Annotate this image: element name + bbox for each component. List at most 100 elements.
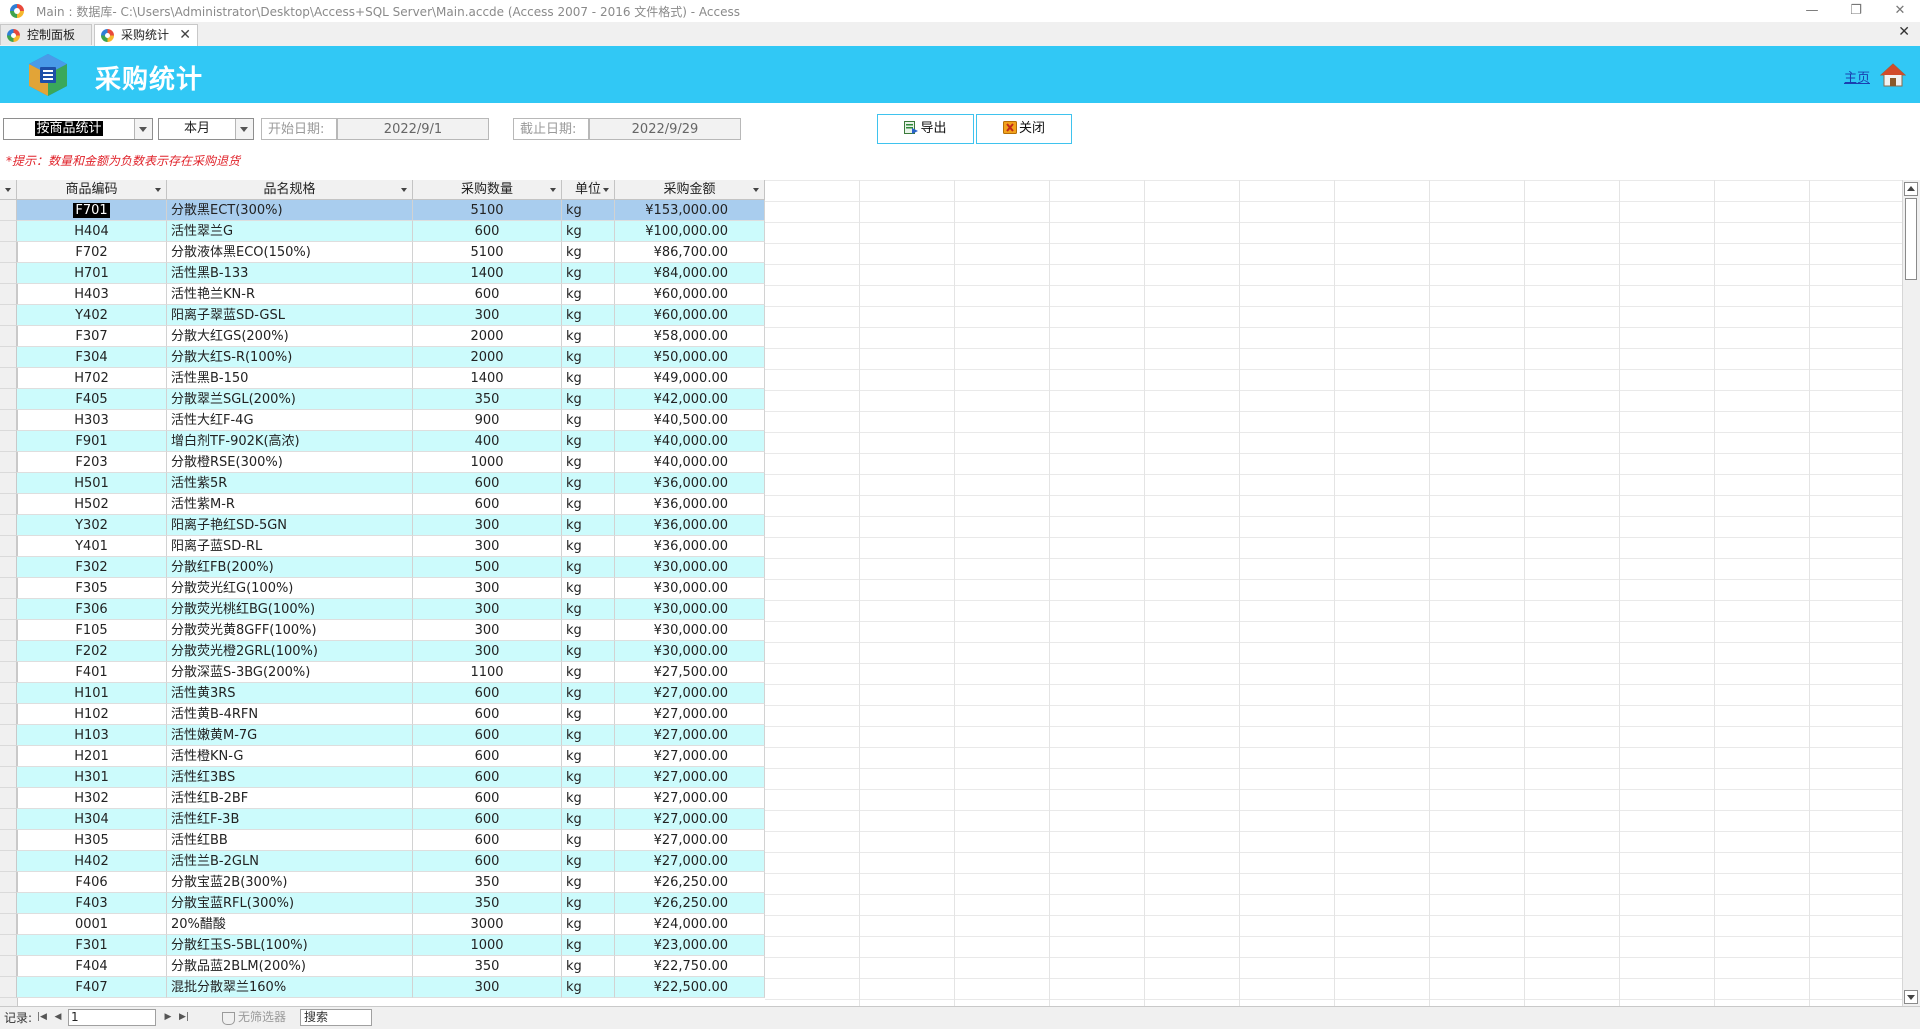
record-selector[interactable] xyxy=(0,515,17,536)
record-selector[interactable] xyxy=(0,977,17,998)
cell-amt[interactable]: ¥26,250.00 xyxy=(615,893,765,914)
cell-qty[interactable]: 1000 xyxy=(413,935,562,956)
cell-name[interactable]: 分散橙RSE(300%) xyxy=(167,452,413,473)
record-selector[interactable] xyxy=(0,851,17,872)
cell-qty[interactable]: 350 xyxy=(413,872,562,893)
cell-code[interactable]: H304 xyxy=(17,809,167,830)
cell-code[interactable]: F307 xyxy=(17,326,167,347)
record-selector[interactable] xyxy=(0,578,17,599)
table-row[interactable]: F701 分散黑ECT(300%) 5100 kg ¥153,000.00 xyxy=(0,200,765,221)
cell-name[interactable]: 增白剂TF-902K(高浓) xyxy=(167,431,413,452)
cell-amt[interactable]: ¥30,000.00 xyxy=(615,599,765,620)
cell-amt[interactable]: ¥30,000.00 xyxy=(615,641,765,662)
cell-amt[interactable]: ¥60,000.00 xyxy=(615,305,765,326)
cell-amt[interactable]: ¥84,000.00 xyxy=(615,263,765,284)
cell-amt[interactable]: ¥27,000.00 xyxy=(615,746,765,767)
column-header-name[interactable]: 品名规格 xyxy=(167,180,413,200)
cell-unit[interactable]: kg xyxy=(562,851,615,872)
cell-unit[interactable]: kg xyxy=(562,284,615,305)
cell-qty[interactable]: 1400 xyxy=(413,263,562,284)
table-row[interactable]: F406 分散宝蓝2B(300%) 350 kg ¥26,250.00 xyxy=(0,872,765,893)
cell-unit[interactable]: kg xyxy=(562,830,615,851)
record-selector[interactable] xyxy=(0,935,17,956)
table-row[interactable]: H103 活性嫩黄M-7G 600 kg ¥27,000.00 xyxy=(0,725,765,746)
cell-unit[interactable]: kg xyxy=(562,578,615,599)
start-date-field[interactable]: 2022/9/1 xyxy=(337,118,489,140)
cell-unit[interactable]: kg xyxy=(562,326,615,347)
cell-amt[interactable]: ¥36,000.00 xyxy=(615,515,765,536)
table-row[interactable]: F302 分散红FB(200%) 500 kg ¥30,000.00 xyxy=(0,557,765,578)
cell-qty[interactable]: 2000 xyxy=(413,347,562,368)
close-document-icon[interactable]: ✕ xyxy=(1898,24,1910,40)
cell-name[interactable]: 活性橙KN-G xyxy=(167,746,413,767)
cell-amt[interactable]: ¥36,000.00 xyxy=(615,536,765,557)
cell-amt[interactable]: ¥27,000.00 xyxy=(615,851,765,872)
cell-amt[interactable]: ¥26,250.00 xyxy=(615,872,765,893)
cell-qty[interactable]: 5100 xyxy=(413,200,562,221)
cell-amt[interactable]: ¥27,000.00 xyxy=(615,788,765,809)
cell-unit[interactable]: kg xyxy=(562,767,615,788)
cell-code[interactable]: Y302 xyxy=(17,515,167,536)
tab-close-icon[interactable]: ✕ xyxy=(179,25,191,46)
record-selector[interactable] xyxy=(0,788,17,809)
record-selector[interactable] xyxy=(0,599,17,620)
table-row[interactable]: F407 混批分散翠兰160% 300 kg ¥22,500.00 xyxy=(0,977,765,998)
cell-qty[interactable]: 1100 xyxy=(413,662,562,683)
cell-amt[interactable]: ¥100,000.00 xyxy=(615,221,765,242)
cell-name[interactable]: 活性紫M-R xyxy=(167,494,413,515)
chevron-down-icon[interactable] xyxy=(134,119,152,139)
cell-qty[interactable]: 600 xyxy=(413,494,562,515)
cell-name[interactable]: 活性翠兰G xyxy=(167,221,413,242)
cell-qty[interactable]: 350 xyxy=(413,956,562,977)
cell-qty[interactable]: 600 xyxy=(413,746,562,767)
record-selector[interactable] xyxy=(0,347,17,368)
cell-name[interactable]: 活性黄3RS xyxy=(167,683,413,704)
cell-name[interactable]: 活性红BB xyxy=(167,830,413,851)
table-row[interactable]: F301 分散红玉S-5BL(100%) 1000 kg ¥23,000.00 xyxy=(0,935,765,956)
cell-code[interactable]: F304 xyxy=(17,347,167,368)
record-selector[interactable] xyxy=(0,368,17,389)
cell-unit[interactable]: kg xyxy=(562,368,615,389)
table-row[interactable]: H102 活性黄B-4RFN 600 kg ¥27,000.00 xyxy=(0,704,765,725)
cell-unit[interactable]: kg xyxy=(562,620,615,641)
cell-code[interactable]: Y402 xyxy=(17,305,167,326)
cell-code[interactable]: H103 xyxy=(17,725,167,746)
record-selector[interactable] xyxy=(0,221,17,242)
record-selector[interactable] xyxy=(0,641,17,662)
cell-name[interactable]: 分散液体黑ECO(150%) xyxy=(167,242,413,263)
cell-unit[interactable]: kg xyxy=(562,389,615,410)
cell-unit[interactable]: kg xyxy=(562,641,615,662)
first-record-icon[interactable]: |◀ xyxy=(36,1011,48,1023)
table-row[interactable]: F305 分散荧光红G(100%) 300 kg ¥30,000.00 xyxy=(0,578,765,599)
cell-qty[interactable]: 500 xyxy=(413,557,562,578)
cell-code[interactable]: F401 xyxy=(17,662,167,683)
cell-code[interactable]: H403 xyxy=(17,284,167,305)
cell-amt[interactable]: ¥27,000.00 xyxy=(615,830,765,851)
cell-amt[interactable]: ¥22,500.00 xyxy=(615,977,765,998)
cell-code[interactable]: H404 xyxy=(17,221,167,242)
home-link[interactable]: 主页 xyxy=(1844,67,1870,86)
cell-name[interactable]: 混批分散翠兰160% xyxy=(167,977,413,998)
cell-qty[interactable]: 600 xyxy=(413,767,562,788)
next-record-icon[interactable]: ▶ xyxy=(162,1011,174,1023)
table-row[interactable]: H305 活性红BB 600 kg ¥27,000.00 xyxy=(0,830,765,851)
cell-amt[interactable]: ¥86,700.00 xyxy=(615,242,765,263)
cell-unit[interactable]: kg xyxy=(562,935,615,956)
cell-amt[interactable]: ¥153,000.00 xyxy=(615,200,765,221)
record-selector[interactable] xyxy=(0,326,17,347)
cell-name[interactable]: 活性红F-3B xyxy=(167,809,413,830)
cell-qty[interactable]: 1000 xyxy=(413,452,562,473)
cell-code[interactable]: F406 xyxy=(17,872,167,893)
cell-qty[interactable]: 600 xyxy=(413,284,562,305)
table-row[interactable]: F307 分散大红GS(200%) 2000 kg ¥58,000.00 xyxy=(0,326,765,347)
table-row[interactable]: H403 活性艳兰KN-R 600 kg ¥60,000.00 xyxy=(0,284,765,305)
column-header-unit[interactable]: 单位 xyxy=(562,180,615,200)
cell-name[interactable]: 活性紫5R xyxy=(167,473,413,494)
minimize-button[interactable]: — xyxy=(1792,0,1832,22)
record-selector[interactable] xyxy=(0,914,17,935)
record-selector[interactable] xyxy=(0,410,17,431)
cell-name[interactable]: 活性大红F-4G xyxy=(167,410,413,431)
cell-name[interactable]: 分散翠兰SGL(200%) xyxy=(167,389,413,410)
table-row[interactable]: F203 分散橙RSE(300%) 1000 kg ¥40,000.00 xyxy=(0,452,765,473)
window-close-button[interactable]: ✕ xyxy=(1880,0,1920,22)
